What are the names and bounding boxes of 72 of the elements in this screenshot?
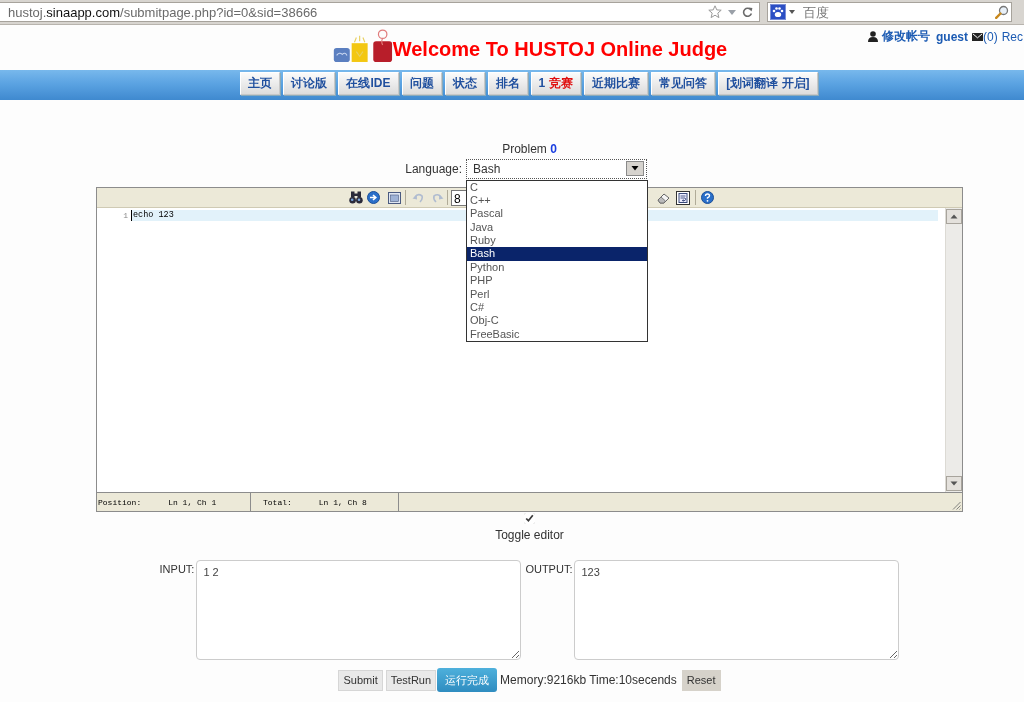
- language-option[interactable]: Python: [467, 260, 647, 275]
- caret-icon[interactable]: [789, 10, 795, 14]
- text-area[interactable]: 123: [574, 560, 900, 660]
- nav-button[interactable]: 讨论版: [283, 72, 336, 95]
- status-value: Ln 1, Ch 8: [318, 497, 367, 507]
- url-text: hustoj.sinaapp.com/submitpage.php?id=0&sid=38666: [8, 4, 318, 20]
- action-button[interactable]: TestRun: [385, 669, 437, 691]
- nav-button[interactable]: [划词翻译 开启]: [718, 72, 818, 95]
- nav-button[interactable]: 问题: [401, 72, 442, 95]
- toggle-editor-label: Toggle editor: [495, 528, 564, 542]
- toolbar-select[interactable]: 8: [451, 189, 466, 206]
- paw-icon[interactable]: [770, 4, 786, 20]
- dropdown-triangle-icon[interactable]: [728, 9, 736, 15]
- language-option[interactable]: Java: [467, 220, 647, 235]
- code-text: echo 123: [132, 210, 174, 221]
- envelope-icon: [972, 32, 983, 41]
- status-label: Total:: [263, 497, 292, 507]
- language-option[interactable]: Obj-C: [467, 314, 647, 328]
- problem-heading: Problem 0: [502, 142, 557, 156]
- run-stat-text: Time:10secends: [589, 673, 677, 687]
- language-option[interactable]: Ruby: [467, 234, 647, 248]
- scroll-up-icon[interactable]: [946, 209, 962, 224]
- search-input[interactable]: 百度: [798, 4, 992, 20]
- person-icon: [867, 31, 878, 42]
- io-label: INPUT:: [159, 562, 195, 575]
- nav-button[interactable]: 在线IDE: [338, 72, 399, 95]
- nav-button[interactable]: 1 竞赛: [530, 72, 582, 95]
- status-label: Position:: [98, 497, 142, 507]
- line-number: 1: [122, 211, 129, 220]
- run-stat-text: Memory:9216kb: [500, 673, 587, 687]
- window-icon[interactable]: [388, 191, 401, 204]
- help-icon[interactable]: [701, 191, 714, 204]
- star-icon[interactable]: [708, 5, 722, 19]
- vertical-scrollbar[interactable]: [945, 208, 962, 492]
- language-option[interactable]: Bash: [467, 247, 647, 261]
- language-option[interactable]: C++: [467, 193, 647, 208]
- status-value: Ln 1, Ch 1: [168, 497, 217, 507]
- caret-down-icon[interactable]: [626, 161, 644, 176]
- search-bar[interactable]: 百度: [767, 2, 1012, 22]
- search-icon[interactable]: [995, 5, 1009, 19]
- scroll-down-icon[interactable]: [946, 476, 962, 491]
- user-link[interactable]: Rec: [1001, 29, 1023, 44]
- io-label: OUTPUT:: [525, 562, 573, 575]
- language-option[interactable]: FreeBasic: [467, 327, 647, 342]
- user-link[interactable]: (0): [983, 29, 998, 44]
- nav-button[interactable]: 排名: [487, 72, 528, 95]
- language-option[interactable]: Pascal: [467, 207, 647, 221]
- site-title: Welcome To HUSTOJ Online Judge: [392, 37, 728, 61]
- toggle-editor-checkbox[interactable]: [524, 513, 535, 524]
- framed-page-icon[interactable]: [676, 190, 690, 205]
- arrow-circle-icon[interactable]: [367, 191, 380, 204]
- eraser-icon[interactable]: [657, 191, 670, 204]
- nav-button[interactable]: 主页: [240, 72, 281, 95]
- nav-button[interactable]: 状态: [444, 72, 485, 95]
- language-option[interactable]: Perl: [467, 287, 647, 301]
- run-status-badge: 运行完成: [437, 668, 498, 692]
- language-option[interactable]: PHP: [467, 274, 647, 288]
- user-link[interactable]: 修改帐号: [881, 28, 930, 45]
- language-option[interactable]: C: [467, 180, 647, 194]
- language-select[interactable]: Bash: [466, 158, 647, 179]
- user-link[interactable]: guest: [935, 29, 968, 44]
- nav-button[interactable]: 常见问答: [651, 72, 716, 95]
- language-option[interactable]: C#: [467, 301, 647, 315]
- address-bar[interactable]: hustoj.sinaapp.com/submitpage.php?id=0&sid=38666: [0, 2, 760, 22]
- action-button[interactable]: Submit: [338, 669, 383, 691]
- text-area[interactable]: 1 2: [196, 560, 522, 660]
- reload-icon[interactable]: [742, 6, 753, 18]
- nav-button[interactable]: 近期比赛: [584, 72, 649, 95]
- resize-grip-icon[interactable]: [952, 501, 961, 510]
- binoculars-icon[interactable]: [349, 191, 363, 204]
- reset-button[interactable]: Reset: [681, 669, 721, 691]
- language-label: Language:: [405, 161, 462, 176]
